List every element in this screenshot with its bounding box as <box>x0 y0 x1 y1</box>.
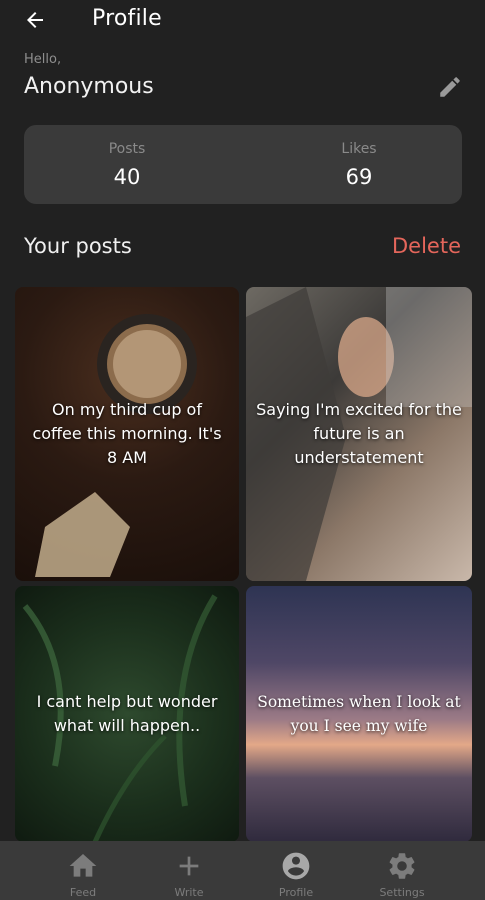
nav-item-settings[interactable]: Settings <box>346 841 458 900</box>
post-text: On my third cup of coffee this morning. … <box>32 400 222 467</box>
likes-label: Likes <box>341 141 377 157</box>
post-card[interactable]: Saying I'm excited for the future is an … <box>246 287 472 581</box>
page-title: Profile <box>92 6 162 31</box>
top-bar: Profile <box>0 0 485 40</box>
likes-stat: Likes 69 <box>256 125 462 204</box>
nav-item-profile[interactable]: Profile <box>240 841 352 900</box>
likes-count: 69 <box>345 165 373 189</box>
post-card[interactable]: On my third cup of coffee this morning. … <box>15 287 239 581</box>
your-posts-heading: Your posts <box>24 234 132 258</box>
account-circle-icon <box>282 852 310 880</box>
stats-card: Posts 40 Likes 69 <box>24 125 462 204</box>
post-text: I cant help but wonder what will happen.… <box>36 692 218 735</box>
greeting-label: Hello, <box>24 52 62 67</box>
gear-icon <box>389 853 415 879</box>
nav-label: Write <box>174 886 204 899</box>
pencil-icon[interactable] <box>437 74 463 100</box>
plus-icon <box>179 856 199 876</box>
arrow-left-icon[interactable] <box>22 8 48 32</box>
post-card[interactable]: Sometimes when I look at you I see my wi… <box>246 586 472 842</box>
username: Anonymous <box>24 74 154 99</box>
posts-label: Posts <box>108 141 146 157</box>
bottom-navigation: Feed Write Profile Settings <box>0 841 485 900</box>
nav-item-feed[interactable]: Feed <box>27 841 139 900</box>
nav-label: Settings <box>379 886 425 899</box>
post-text: Saying I'm excited for the future is an … <box>256 400 462 467</box>
post-card[interactable]: I cant help but wonder what will happen.… <box>15 586 239 842</box>
nav-label: Profile <box>278 886 314 899</box>
posts-count: 40 <box>113 165 141 189</box>
posts-stat: Posts 40 <box>24 125 230 204</box>
post-text: Sometimes when I look at you I see my wi… <box>257 693 461 735</box>
nav-item-write[interactable]: Write <box>133 841 245 900</box>
nav-label: Feed <box>69 886 97 899</box>
delete-button[interactable]: Delete <box>392 234 461 258</box>
home-icon <box>69 854 97 877</box>
